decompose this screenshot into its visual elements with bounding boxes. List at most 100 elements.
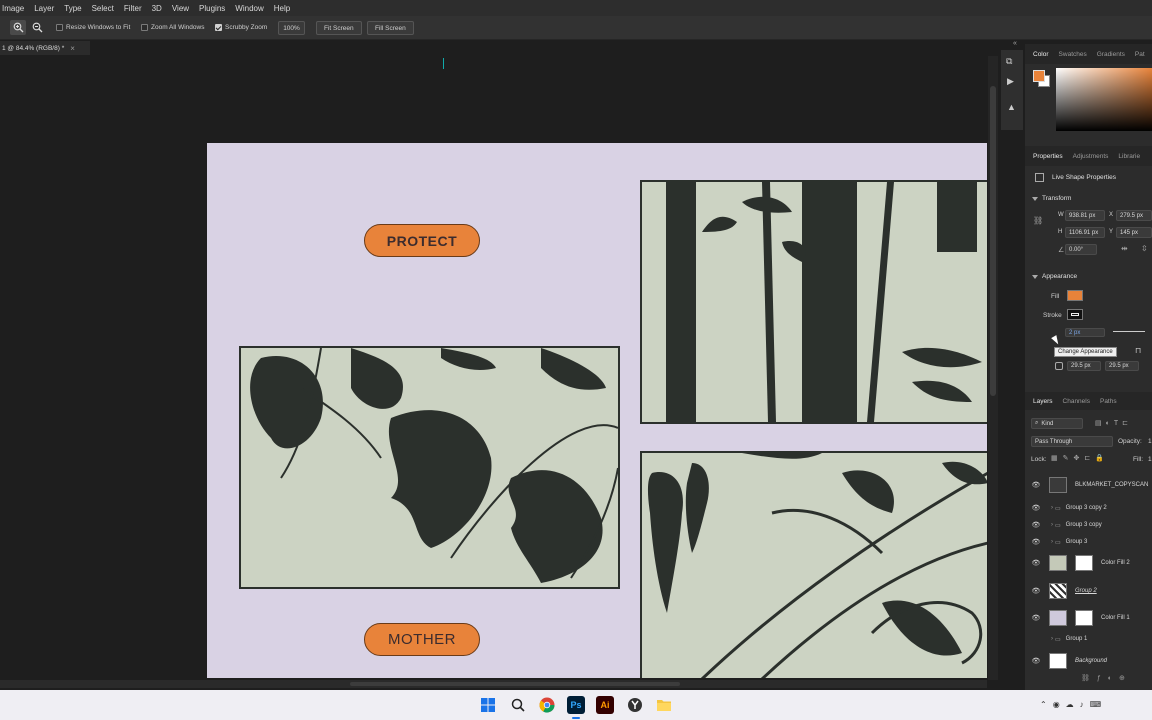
tab-libraries[interactable]: Librarie bbox=[1118, 153, 1140, 160]
menu-plugins[interactable]: Plugins bbox=[194, 4, 230, 13]
layer-row[interactable]: 👁 Color Fill 2 bbox=[1025, 552, 1152, 574]
tab-channels[interactable]: Channels bbox=[1063, 398, 1090, 405]
opacity-value[interactable]: 1 bbox=[1148, 438, 1152, 445]
layer-filter-icons[interactable]: ▤◐T⊏ bbox=[1095, 419, 1132, 427]
chrome-icon[interactable] bbox=[538, 696, 556, 714]
visibility-eye-icon[interactable]: 👁 bbox=[1031, 538, 1041, 546]
bamboo-illustration-panel[interactable] bbox=[640, 180, 987, 424]
layer-row[interactable]: 👁 Group 2 bbox=[1025, 580, 1152, 602]
artboard[interactable]: PROTECT MOTHER bbox=[207, 143, 987, 678]
x-field[interactable]: 279.5 px bbox=[1116, 210, 1152, 221]
fill-screen-button[interactable]: Fill Screen bbox=[367, 21, 414, 35]
visibility-eye-icon[interactable]: 👁 bbox=[1031, 587, 1041, 595]
stroke-width-field[interactable]: 2 px bbox=[1065, 328, 1105, 337]
y-field[interactable]: 145 px bbox=[1116, 227, 1152, 238]
zoom-in-button[interactable] bbox=[10, 20, 26, 35]
mother-label-shape[interactable]: MOTHER bbox=[364, 623, 480, 656]
stroke-options-icon[interactable]: ⊓ bbox=[1135, 346, 1141, 355]
menu-help[interactable]: Help bbox=[269, 4, 295, 13]
tab-gradients[interactable]: Gradients bbox=[1097, 51, 1125, 58]
zoom-value-field[interactable]: 100% bbox=[278, 21, 305, 35]
expand-group-icon[interactable]: › bbox=[1051, 505, 1053, 511]
zoom-all-checkbox[interactable]: Zoom All Windows bbox=[141, 24, 204, 31]
scrubby-zoom-checkbox[interactable]: Scrubby Zoom bbox=[215, 24, 267, 31]
tab-paths[interactable]: Paths bbox=[1100, 398, 1117, 405]
menu-select[interactable]: Select bbox=[87, 4, 119, 13]
link-dimensions-icon[interactable]: ⛓ bbox=[1033, 216, 1043, 225]
horizontal-scroll-thumb[interactable] bbox=[350, 682, 680, 686]
history-icon[interactable]: ⧉ bbox=[1006, 56, 1012, 67]
vertical-scroll-thumb[interactable] bbox=[990, 86, 996, 396]
blend-mode-select[interactable]: Pass Through bbox=[1031, 436, 1113, 447]
expand-group-icon[interactable]: › bbox=[1051, 539, 1053, 545]
horizontal-scrollbar[interactable] bbox=[0, 680, 987, 688]
menu-view[interactable]: View bbox=[167, 4, 194, 13]
windows-start-icon[interactable] bbox=[479, 696, 497, 714]
protect-label-shape[interactable]: PROTECT bbox=[364, 224, 480, 257]
angle-field[interactable]: 0.00° bbox=[1065, 244, 1097, 255]
wisteria-illustration-panel[interactable] bbox=[640, 451, 987, 678]
expand-group-icon[interactable]: › bbox=[1051, 636, 1053, 642]
layers-footer-icons[interactable]: ⛓ƒ◐⊕ bbox=[1081, 674, 1132, 682]
menu-image[interactable]: Image bbox=[0, 4, 29, 13]
zoom-out-button[interactable] bbox=[29, 20, 45, 35]
menu-3d[interactable]: 3D bbox=[147, 4, 167, 13]
tab-layers[interactable]: Layers bbox=[1033, 398, 1053, 405]
layer-row[interactable]: 👁 › ▭ Group 3 copy 2 bbox=[1025, 499, 1152, 517]
layer-row[interactable]: 👁 Color Fill 1 bbox=[1025, 607, 1152, 629]
lock-icons[interactable]: ▦✎✥⊏🔒 bbox=[1051, 454, 1109, 462]
tab-properties[interactable]: Properties bbox=[1033, 153, 1063, 160]
layer-row[interactable]: 👁 Background bbox=[1025, 650, 1152, 672]
menu-type[interactable]: Type bbox=[59, 4, 86, 13]
color-picker-field[interactable] bbox=[1056, 68, 1152, 131]
visibility-eye-icon[interactable]: 👁 bbox=[1031, 504, 1041, 512]
visibility-eye-icon[interactable]: 👁 bbox=[1031, 657, 1041, 665]
tab-patterns[interactable]: Pat bbox=[1135, 51, 1145, 58]
menu-layer[interactable]: Layer bbox=[29, 4, 59, 13]
expand-group-icon[interactable]: › bbox=[1051, 522, 1053, 528]
visibility-eye-icon[interactable]: 👁 bbox=[1031, 481, 1041, 489]
width-field[interactable]: 938.81 px bbox=[1065, 210, 1105, 221]
brush-settings-icon[interactable]: ▲ bbox=[1007, 102, 1016, 112]
height-field[interactable]: 1106.91 px bbox=[1065, 227, 1105, 238]
photoshop-icon[interactable]: Ps bbox=[567, 696, 585, 714]
transform-section-header[interactable]: Transform bbox=[1032, 195, 1071, 202]
leaves-illustration-panel[interactable] bbox=[239, 346, 620, 589]
app-icon[interactable] bbox=[626, 696, 644, 714]
foreground-color-swatch[interactable] bbox=[1033, 70, 1045, 82]
tab-color[interactable]: Color bbox=[1033, 51, 1049, 58]
close-tab-icon[interactable]: × bbox=[70, 44, 75, 53]
visibility-eye-icon[interactable]: 👁 bbox=[1031, 559, 1041, 567]
corner-radius-1-field[interactable]: 29.5 px bbox=[1067, 361, 1101, 371]
actions-play-icon[interactable]: ▶ bbox=[1007, 76, 1014, 87]
layer-kind-filter[interactable]: ⌕ Kind bbox=[1031, 418, 1083, 429]
layer-row[interactable]: 👁 › ▭ Group 3 bbox=[1025, 533, 1152, 551]
system-tray-icons[interactable]: ⌃◉☁♪⌨ bbox=[1040, 700, 1107, 709]
menu-filter[interactable]: Filter bbox=[119, 4, 147, 13]
visibility-hidden-icon[interactable]: 👁 bbox=[1031, 635, 1041, 643]
stroke-color-swatch[interactable] bbox=[1067, 309, 1083, 320]
collapse-panels-icon[interactable]: « bbox=[1013, 40, 1017, 47]
layer-row[interactable]: 👁 BLKMARKET_COPYSCAN bbox=[1025, 476, 1152, 494]
layer-row[interactable]: 👁 › ▭ Group 1 bbox=[1025, 630, 1152, 648]
layer-row[interactable]: 👁 › ▭ Group 3 copy bbox=[1025, 516, 1152, 534]
appearance-section-header[interactable]: Appearance bbox=[1032, 273, 1077, 280]
tab-adjustments[interactable]: Adjustments bbox=[1073, 153, 1109, 160]
flip-horizontal-icon[interactable]: ⇹ bbox=[1121, 244, 1128, 253]
flip-vertical-icon[interactable]: ⇳ bbox=[1141, 244, 1148, 253]
layer-fill-value[interactable]: 1 bbox=[1148, 456, 1152, 463]
search-icon[interactable] bbox=[509, 696, 527, 714]
tab-swatches[interactable]: Swatches bbox=[1059, 51, 1087, 58]
resize-windows-checkbox[interactable]: Resize Windows to Fit bbox=[56, 24, 130, 31]
corner-radius-2-field[interactable]: 29.5 px bbox=[1105, 361, 1139, 371]
visibility-eye-icon[interactable]: 👁 bbox=[1031, 614, 1041, 622]
visibility-eye-icon[interactable]: 👁 bbox=[1031, 521, 1041, 529]
fill-color-swatch[interactable] bbox=[1067, 290, 1083, 301]
stroke-type-preview[interactable] bbox=[1113, 331, 1145, 332]
fit-screen-button[interactable]: Fit Screen bbox=[316, 21, 362, 35]
menu-window[interactable]: Window bbox=[230, 4, 268, 13]
vertical-scrollbar[interactable] bbox=[988, 56, 998, 680]
file-explorer-icon[interactable] bbox=[655, 696, 673, 714]
document-tab[interactable]: 1 @ 84.4% (RGB/8) * × bbox=[0, 41, 90, 55]
illustrator-icon[interactable]: Ai bbox=[596, 696, 614, 714]
